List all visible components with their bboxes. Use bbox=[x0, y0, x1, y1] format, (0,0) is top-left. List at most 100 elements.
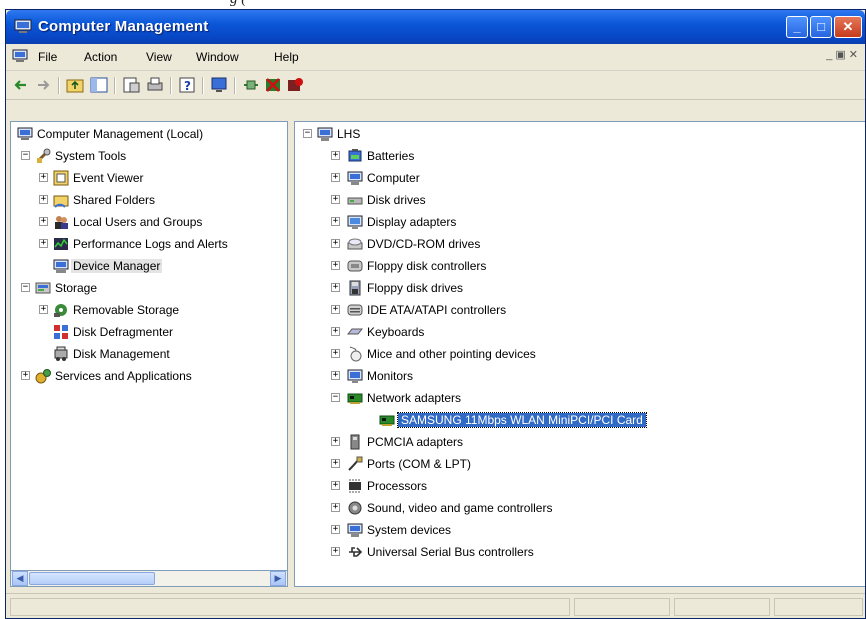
expand-icon[interactable]: + bbox=[331, 459, 340, 468]
battery-icon bbox=[348, 149, 362, 162]
computer-management-icon bbox=[14, 19, 32, 33]
expand-icon[interactable]: + bbox=[21, 371, 30, 380]
system-tools-icon bbox=[36, 148, 51, 163]
up-folder-icon[interactable] bbox=[66, 76, 84, 94]
expand-icon[interactable]: + bbox=[39, 239, 48, 248]
disk-management-icon bbox=[54, 346, 68, 361]
expand-icon[interactable]: + bbox=[39, 305, 48, 314]
removable-storage-icon bbox=[54, 304, 67, 317]
expand-icon[interactable]: + bbox=[331, 239, 340, 248]
tree-item-label: Display adapters bbox=[367, 215, 457, 229]
maximize-button[interactable]: □ bbox=[810, 16, 832, 38]
status-cell bbox=[774, 598, 863, 616]
expand-icon[interactable]: + bbox=[331, 173, 340, 182]
forward-icon[interactable] bbox=[34, 76, 52, 94]
print-icon[interactable] bbox=[146, 76, 164, 94]
uninstall-icon[interactable] bbox=[264, 76, 282, 94]
tree-item-label: Floppy disk controllers bbox=[367, 259, 487, 273]
users-icon bbox=[55, 216, 68, 229]
close-button[interactable]: ✕ bbox=[834, 16, 862, 38]
menu-help[interactable]: Help bbox=[274, 50, 299, 64]
toolbar-separator bbox=[202, 77, 204, 94]
tree-item-label: Computer Management (Local) bbox=[37, 127, 204, 141]
sound-icon bbox=[348, 501, 362, 515]
floppy-controller-icon bbox=[347, 260, 363, 272]
system-devices-icon bbox=[347, 523, 363, 537]
expand-icon[interactable]: + bbox=[331, 283, 340, 292]
disk-drive-icon bbox=[347, 197, 363, 205]
expand-icon[interactable]: + bbox=[39, 173, 48, 182]
floppy-drive-icon bbox=[349, 280, 361, 296]
network-adapter-icon bbox=[347, 393, 363, 404]
expand-icon[interactable]: + bbox=[331, 481, 340, 490]
tree-item-label: Services and Applications bbox=[55, 369, 192, 383]
tree-item-label: LHS bbox=[337, 127, 361, 141]
update-driver-icon[interactable] bbox=[242, 76, 260, 94]
tree-item-label: Disk Management bbox=[73, 347, 170, 361]
status-cell bbox=[574, 598, 670, 616]
tree-item-label: Ports (COM & LPT) bbox=[367, 457, 472, 471]
expand-icon[interactable]: + bbox=[331, 305, 340, 314]
collapse-icon[interactable]: − bbox=[21, 151, 30, 160]
ide-controller-icon bbox=[347, 304, 363, 316]
collapse-icon[interactable]: − bbox=[21, 283, 30, 292]
tree-item-label: System devices bbox=[367, 523, 452, 537]
title-bar[interactable]: Computer Management _ □ ✕ bbox=[6, 10, 865, 44]
processor-icon bbox=[349, 479, 361, 493]
expand-icon[interactable]: + bbox=[331, 547, 340, 556]
scroll-right-button[interactable]: ▶ bbox=[270, 571, 286, 586]
scan-hardware-icon[interactable] bbox=[210, 76, 228, 94]
expand-icon[interactable]: + bbox=[331, 525, 340, 534]
expand-icon[interactable]: + bbox=[331, 327, 340, 336]
horizontal-scrollbar[interactable]: ◀ ▶ bbox=[10, 570, 288, 587]
svg-text:?: ? bbox=[184, 79, 191, 93]
defrag-icon bbox=[54, 325, 68, 339]
ports-icon bbox=[348, 456, 363, 471]
pcmcia-icon bbox=[350, 434, 360, 450]
storage-icon bbox=[35, 282, 51, 294]
expand-icon[interactable]: + bbox=[331, 437, 340, 446]
expand-icon[interactable]: + bbox=[331, 261, 340, 270]
network-card-icon bbox=[379, 415, 395, 426]
expand-icon[interactable]: + bbox=[331, 503, 340, 512]
maximize-icon: □ bbox=[817, 19, 825, 34]
expand-icon[interactable]: + bbox=[331, 371, 340, 380]
status-cell bbox=[10, 598, 570, 616]
minimize-button[interactable]: _ bbox=[786, 16, 808, 38]
minimize-icon: _ bbox=[793, 19, 801, 34]
show-hide-tree-icon[interactable] bbox=[90, 76, 108, 94]
tree-item-label: Device Manager bbox=[71, 259, 163, 273]
display-adapter-icon bbox=[347, 215, 363, 229]
back-icon[interactable] bbox=[12, 76, 30, 94]
menu-view[interactable]: View bbox=[146, 50, 172, 64]
expand-icon[interactable]: + bbox=[39, 195, 48, 204]
collapse-icon[interactable]: − bbox=[303, 129, 312, 138]
expand-icon[interactable]: + bbox=[331, 151, 340, 160]
device-tree-pane: − LHS + Batteries + Computer + Disk driv… bbox=[294, 121, 865, 587]
expand-icon[interactable]: + bbox=[331, 349, 340, 358]
window-title: Computer Management bbox=[38, 18, 209, 35]
menu-file[interactable]: File bbox=[38, 50, 57, 64]
tree-item-label: Batteries bbox=[367, 149, 415, 163]
tree-item-label: IDE ATA/ATAPI controllers bbox=[367, 303, 507, 317]
computer-management-icon bbox=[17, 127, 33, 140]
menu-window[interactable]: Window bbox=[196, 50, 239, 64]
child-window-controls[interactable]: _▣✕ bbox=[826, 48, 861, 61]
menu-action[interactable]: Action bbox=[84, 50, 117, 64]
scroll-left-button[interactable]: ◀ bbox=[12, 571, 28, 586]
scroll-thumb[interactable] bbox=[29, 572, 155, 585]
disable-icon[interactable] bbox=[286, 76, 304, 94]
properties-icon[interactable] bbox=[122, 76, 140, 94]
tree-item-label: Sound, video and game controllers bbox=[367, 501, 553, 515]
tree-item-label: Removable Storage bbox=[73, 303, 180, 317]
clipped-caption: g ( bbox=[0, 0, 866, 9]
expand-icon[interactable]: + bbox=[39, 217, 48, 226]
collapse-icon[interactable]: − bbox=[331, 393, 340, 402]
tree-item-label: Mice and other pointing devices bbox=[367, 347, 536, 361]
expand-icon[interactable]: + bbox=[331, 217, 340, 226]
tree-item-label: Disk Defragmenter bbox=[73, 325, 174, 339]
expand-icon[interactable]: + bbox=[331, 195, 340, 204]
mmc-icon[interactable] bbox=[12, 49, 28, 63]
help-icon[interactable]: ? bbox=[178, 76, 196, 94]
toolbar-separator bbox=[114, 77, 116, 94]
